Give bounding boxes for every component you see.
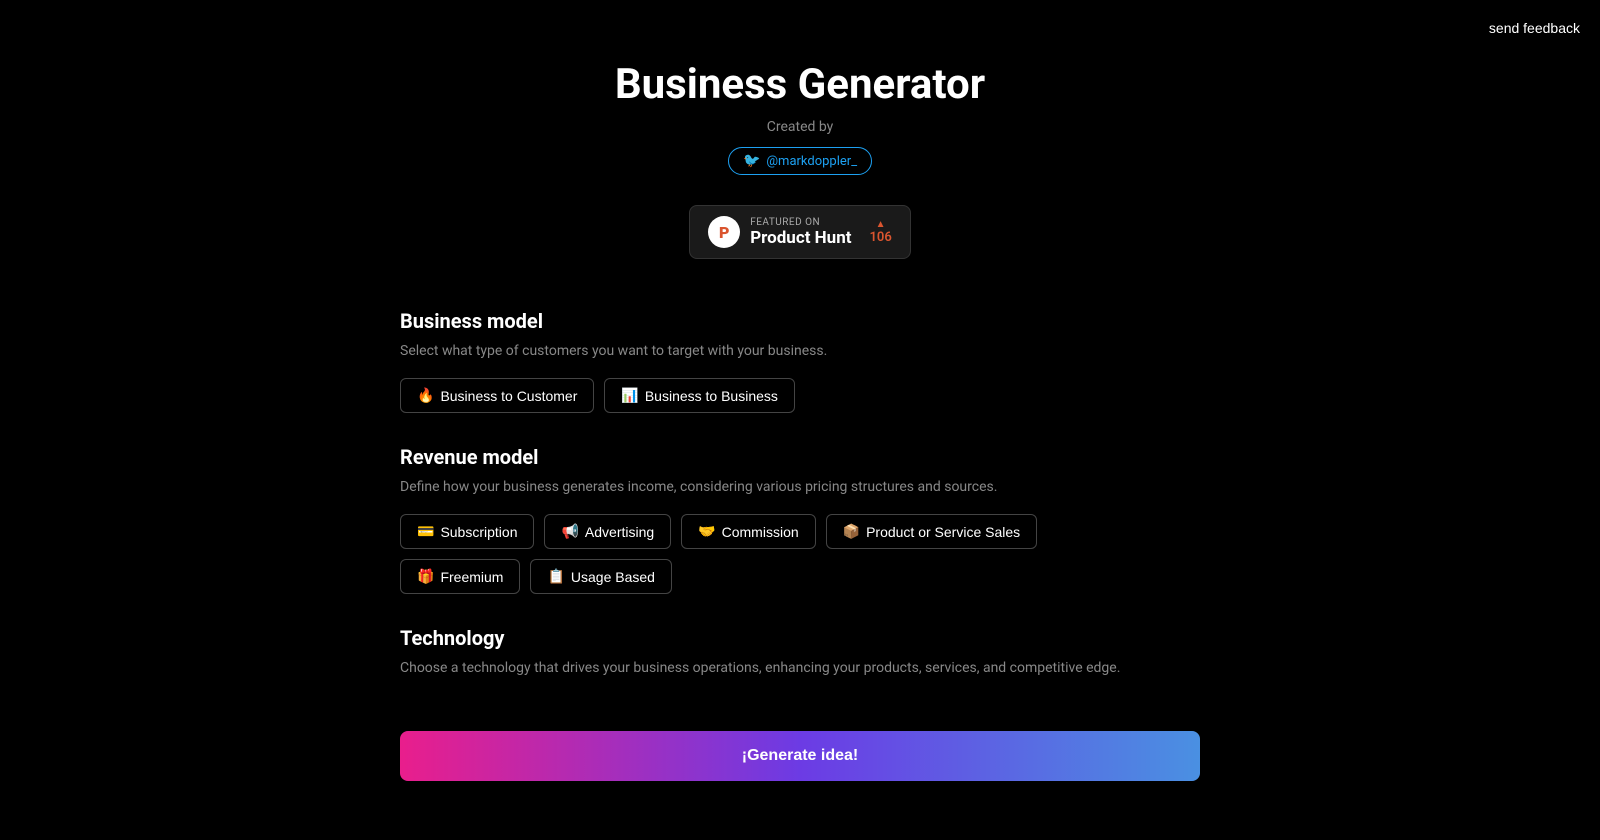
technology-description: Choose a technology that drives your bus… xyxy=(400,658,1200,679)
product-hunt-badge[interactable]: P FEATURED ON Product Hunt ▲ 106 xyxy=(689,205,911,259)
b2c-label: Business to Customer xyxy=(440,388,577,404)
generate-button[interactable]: ¡Generate idea! xyxy=(400,731,1200,781)
ph-text: FEATURED ON Product Hunt xyxy=(750,217,851,248)
b2c-emoji: 🔥 xyxy=(417,387,434,404)
freemium-label: Freemium xyxy=(440,569,503,585)
ph-logo: P xyxy=(708,216,740,248)
commission-emoji: 🤝 xyxy=(698,523,715,540)
commission-button[interactable]: 🤝 Commission xyxy=(681,514,815,549)
revenue-model-options-row1: 💳 Subscription 📢 Advertising 🤝 Commissio… xyxy=(400,514,1200,549)
commission-label: Commission xyxy=(722,524,799,540)
b2b-button[interactable]: 📊 Business to Business xyxy=(604,378,795,413)
product-sales-emoji: 📦 xyxy=(843,523,860,540)
revenue-model-description: Define how your business generates incom… xyxy=(400,477,1200,498)
revenue-model-options-row2: 🎁 Freemium 📋 Usage Based xyxy=(400,559,1200,594)
advertising-emoji: 📢 xyxy=(561,523,578,540)
subscription-emoji: 💳 xyxy=(417,523,434,540)
ph-featured-on: FEATURED ON xyxy=(750,217,851,228)
ph-count: ▲ 106 xyxy=(869,219,891,245)
b2b-label: Business to Business xyxy=(645,388,778,404)
technology-section: Technology Choose a technology that driv… xyxy=(400,626,1200,679)
page-title: Business Generator xyxy=(615,60,985,109)
subscription-button[interactable]: 💳 Subscription xyxy=(400,514,534,549)
advertising-button[interactable]: 📢 Advertising xyxy=(544,514,671,549)
ph-count-number: 106 xyxy=(869,230,891,245)
main-content: Business model Select what type of custo… xyxy=(400,309,1200,781)
twitter-handle: @markdoppler_ xyxy=(766,154,857,169)
technology-title: Technology xyxy=(400,626,1200,650)
b2c-button[interactable]: 🔥 Business to Customer xyxy=(400,378,594,413)
advertising-label: Advertising xyxy=(585,524,654,540)
revenue-model-title: Revenue model xyxy=(400,445,1200,469)
created-by-label: Created by xyxy=(767,119,834,135)
business-model-section: Business model Select what type of custo… xyxy=(400,309,1200,413)
usage-based-label: Usage Based xyxy=(571,569,655,585)
twitter-badge[interactable]: 🐦 @markdoppler_ xyxy=(728,147,872,175)
usage-based-emoji: 📋 xyxy=(547,568,564,585)
page-container: Business Generator Created by 🐦 @markdop… xyxy=(0,0,1600,781)
product-sales-button[interactable]: 📦 Product or Service Sales xyxy=(826,514,1038,549)
revenue-model-section: Revenue model Define how your business g… xyxy=(400,445,1200,594)
business-model-title: Business model xyxy=(400,309,1200,333)
freemium-button[interactable]: 🎁 Freemium xyxy=(400,559,520,594)
business-model-description: Select what type of customers you want t… xyxy=(400,341,1200,362)
product-sales-label: Product or Service Sales xyxy=(866,524,1020,540)
b2b-emoji: 📊 xyxy=(621,387,638,404)
freemium-emoji: 🎁 xyxy=(417,568,434,585)
ph-arrow-icon: ▲ xyxy=(876,219,886,230)
ph-product-hunt: Product Hunt xyxy=(750,228,851,248)
send-feedback-button[interactable]: send feedback xyxy=(1489,20,1580,36)
twitter-icon: 🐦 xyxy=(743,153,760,169)
usage-based-button[interactable]: 📋 Usage Based xyxy=(530,559,672,594)
subscription-label: Subscription xyxy=(440,524,517,540)
business-model-options: 🔥 Business to Customer 📊 Business to Bus… xyxy=(400,378,1200,413)
